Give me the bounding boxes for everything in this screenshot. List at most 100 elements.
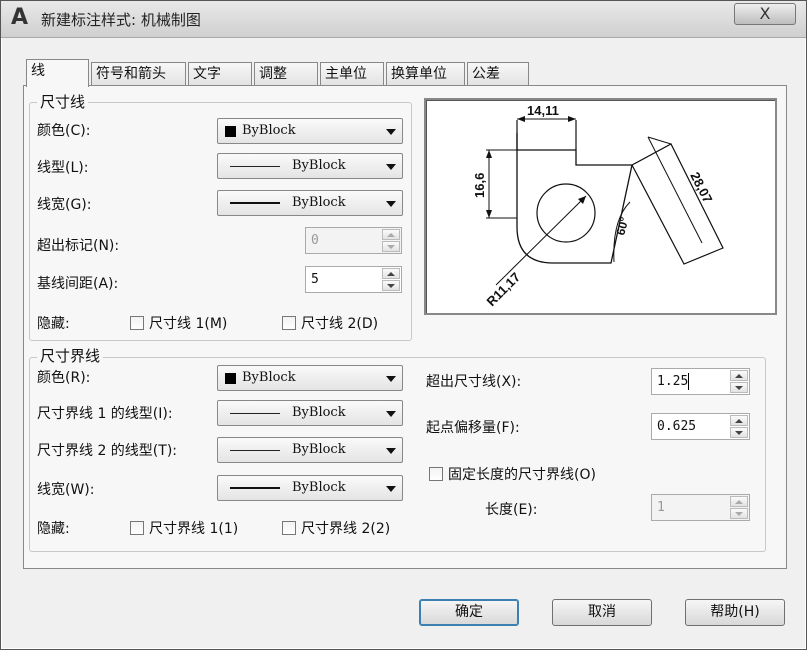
dialog-window: A 新建标注样式: 机械制图 X 线 符号和箭头 文字 调整 主单位 换算单位 … [0,0,807,650]
tab-tolerances[interactable]: 公差 [467,62,529,86]
spin-up-icon[interactable] [382,229,400,240]
extend-ticks-value: 0 [311,233,319,248]
ext-color-value: ByBlock [242,370,296,385]
tab-alternate-units[interactable]: 换算单位 [386,62,465,86]
linetype-sample [230,450,280,451]
dimension-arrows [486,116,586,218]
text-caret [688,373,689,390]
dim-lines-title: 尺寸线 [37,93,89,111]
ext-suppress-label: 隐藏: [37,521,70,537]
extend-beyond-spinner[interactable]: 1.25 [651,368,750,395]
dropdown-arrow-icon [386,486,396,492]
dim-color-value: ByBlock [242,123,296,138]
dropdown-arrow-icon [386,411,396,417]
window-title: 新建标注样式: 机械制图 [41,11,201,29]
ext-lines-title: 尺寸界线 [37,347,104,365]
extend-beyond-value[interactable]: 1.25 [657,374,688,389]
suppress-ext-line-1-checkbox[interactable] [130,521,144,535]
preview-dim-angle: 60° [613,215,631,236]
suppress-ext-line-1-label[interactable]: 尺寸界线 1(1) [149,520,238,538]
length-spinner[interactable]: 1 [651,494,750,521]
extend-ticks-label: 超出标记(N): [37,238,120,254]
dropdown-arrow-icon [386,448,396,454]
dropdown-arrow-icon [386,164,396,170]
dim-color-label: 颜色(C): [37,123,91,139]
extend-ticks-spinner[interactable]: 0 [305,227,402,254]
suppress-ext-line-2-checkbox[interactable] [282,521,296,535]
preview-dim-left: 16,6 [472,173,487,198]
ext-linetype1-label: 尺寸界线 1 的线型(I): [37,406,173,422]
baseline-spacing-label: 基线间距(A): [37,276,119,292]
tab-primary-units[interactable]: 主单位 [320,62,384,86]
ext-linetype2-label: 尺寸界线 2 的线型(T): [37,443,177,459]
ext-lineweight-value: ByBlock [292,480,346,495]
length-label: 长度(E): [485,502,538,518]
ext-lineweight-combo[interactable]: ByBlock [217,475,403,501]
fixed-length-checkbox[interactable] [429,467,443,481]
dim-lineweight-combo[interactable]: ByBlock [217,190,403,216]
suppress-dim-line-1-label[interactable]: 尺寸线 1(M) [149,315,227,333]
help-button[interactable]: 帮助(H) [685,599,785,626]
spin-down-icon[interactable] [382,241,400,252]
offset-origin-value[interactable]: 0.625 [657,419,696,434]
suppress-dim-line-2-checkbox[interactable] [282,316,296,330]
tab-symbols-arrows[interactable]: 符号和箭头 [91,62,186,86]
spin-up-icon[interactable] [382,268,400,279]
app-icon: A [11,5,29,30]
suppress-dim-line-1-checkbox[interactable] [130,316,144,330]
spin-down-icon[interactable] [730,382,748,393]
cancel-button[interactable]: 取消 [552,599,652,626]
part-outline [516,120,724,265]
spin-up-icon[interactable] [730,496,748,507]
tab-lines[interactable]: 线 [26,59,89,87]
baseline-spacing-spinner[interactable]: 5 [305,266,402,293]
dim-lineweight-label: 线宽(G): [37,197,92,213]
preview-dim-top: 14,11 [527,103,559,118]
ok-button[interactable]: 确定 [419,599,519,626]
spin-down-icon[interactable] [730,427,748,438]
ext-linetype1-value: ByBlock [292,405,346,420]
ext-color-combo[interactable]: ByBlock [217,365,403,391]
close-icon: X [759,4,771,23]
dropdown-arrow-icon [386,129,396,135]
dim-linetype-label: 线型(L): [37,160,89,176]
spin-up-icon[interactable] [730,370,748,381]
tab-fit[interactable]: 调整 [254,62,318,86]
preview-dim-radius: R11,17 [484,269,524,309]
dim-linetype-value: ByBlock [292,158,346,173]
linetype-sample [230,166,280,167]
spin-up-icon[interactable] [730,415,748,426]
dropdown-arrow-icon [386,376,396,382]
offset-origin-label: 起点偏移量(F): [426,420,520,436]
dim-suppress-label: 隐藏: [37,316,70,332]
suppress-dim-line-2-label[interactable]: 尺寸线 2(D) [301,315,378,333]
dimension-lines [486,118,703,286]
lineweight-sample [230,202,280,204]
fixed-length-label[interactable]: 固定长度的尺寸界线(O) [448,466,596,484]
ext-linetype2-combo[interactable]: ByBlock [217,437,403,463]
tab-text[interactable]: 文字 [188,62,252,86]
extend-beyond-label: 超出尺寸线(X): [426,374,522,390]
dim-color-combo[interactable]: ByBlock [217,118,403,144]
color-swatch [225,126,236,137]
title-bar: A 新建标注样式: 机械制图 X [1,1,806,38]
ext-color-label: 颜色(R): [37,370,91,386]
baseline-spacing-value: 5 [311,272,319,287]
offset-origin-spinner[interactable]: 0.625 [651,413,750,440]
spin-down-icon[interactable] [382,280,400,291]
dim-lineweight-value: ByBlock [292,195,346,210]
dim-linetype-combo[interactable]: ByBlock [217,153,403,179]
suppress-ext-line-2-label[interactable]: 尺寸界线 2(2) [301,520,390,538]
lineweight-sample [230,487,280,489]
dropdown-arrow-icon [386,201,396,207]
ext-lineweight-label: 线宽(W): [37,482,95,498]
color-swatch [225,373,236,384]
linetype-sample [230,413,280,414]
preview-dim-right: 28,07 [687,170,715,206]
length-value: 1 [657,500,665,515]
ext-linetype2-value: ByBlock [292,442,346,457]
ext-linetype1-combo[interactable]: ByBlock [217,400,403,426]
preview-drawing: 14,11 16,6 28,07 60° R11,17 [472,103,724,309]
spin-down-icon[interactable] [730,508,748,519]
close-button[interactable]: X [734,3,796,25]
